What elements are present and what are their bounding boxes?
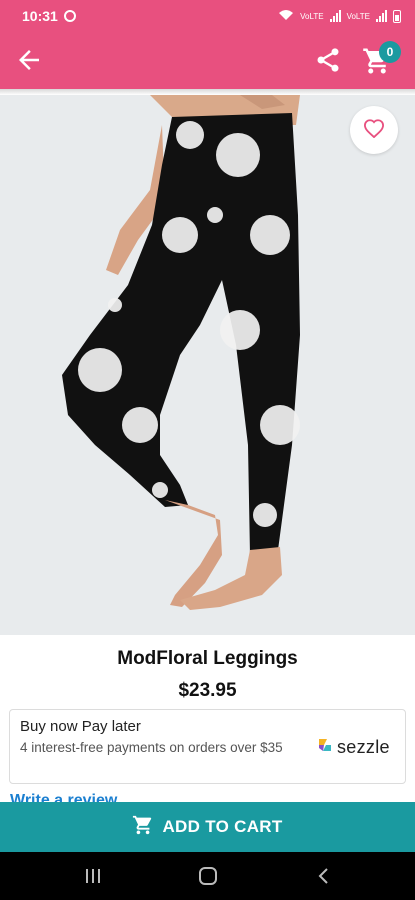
status-icons: VoLTE VoLTE [278, 9, 401, 23]
product-price: $23.95 [178, 680, 237, 701]
wifi-icon [278, 9, 294, 23]
signal-icon [329, 10, 341, 22]
cart-icon [132, 814, 154, 841]
back-icon[interactable] [314, 866, 334, 886]
battery-icon [393, 9, 401, 23]
bnpl-description: 4 interest-free payments on orders over … [20, 740, 283, 755]
sezzle-wordmark: sezzle [337, 737, 390, 757]
app-bar [0, 32, 415, 89]
system-nav-bar [0, 852, 415, 900]
heart-icon [363, 118, 385, 143]
bnpl-banner[interactable]: Buy now Pay later 4 interest-free paymen… [9, 709, 406, 784]
sezzle-logo: sezzle [316, 736, 390, 759]
sezzle-icon [316, 736, 334, 759]
product-title: ModFloral Leggings [117, 648, 298, 669]
add-to-cart-label: ADD TO CART [162, 817, 283, 836]
volte-label-1: VoLTE [300, 11, 324, 21]
status-bar: 10:31 VoLTE VoLTE [0, 0, 415, 32]
status-time: 10:31 [22, 8, 58, 24]
product-screen: 10:31 VoLTE VoLTE 0 ModFloral Leggings $… [0, 0, 415, 900]
cart-count-badge: 0 [379, 41, 401, 63]
bnpl-title: Buy now Pay later [20, 718, 141, 735]
notification-icon [63, 10, 76, 22]
favorite-button[interactable] [350, 106, 398, 154]
volte-label-2: VoLTE [346, 11, 370, 21]
add-to-cart-button[interactable]: ADD TO CART [0, 802, 415, 852]
recents-icon[interactable] [83, 866, 103, 886]
share-icon[interactable] [314, 46, 342, 74]
home-icon[interactable] [198, 866, 218, 886]
leggings-photo [0, 95, 415, 635]
product-image[interactable] [0, 95, 415, 635]
back-arrow-icon[interactable] [14, 45, 44, 75]
signal-icon-2 [376, 10, 387, 22]
